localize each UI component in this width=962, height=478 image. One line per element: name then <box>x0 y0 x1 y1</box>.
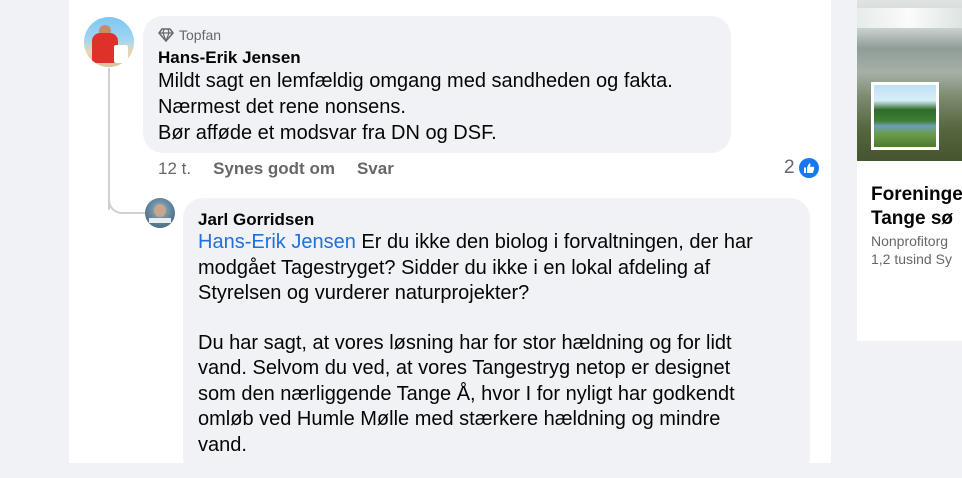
comment-text: Mildt sagt en lemfældig omgang med sandh… <box>158 68 673 146</box>
reply-first-line: Hans-Erik Jensen Er du ikke den biolog i… <box>198 230 798 256</box>
reply-button[interactable]: Svar <box>357 159 394 179</box>
page-card-title[interactable]: Foreninge Tange sø <box>871 183 962 231</box>
avatar-face <box>154 204 166 217</box>
comment-line: Mildt sagt en lemfældig omgang med sandh… <box>158 70 673 92</box>
badge-label: Topfan <box>179 27 222 43</box>
diamond-icon <box>158 28 174 42</box>
like-reaction-icon <box>798 158 819 178</box>
reply-line: vand. <box>198 433 247 456</box>
reply-line: Du har sagt, at vores løsning har for st… <box>198 331 732 354</box>
avatar-hans-erik[interactable] <box>84 17 134 67</box>
title-line: Foreninge <box>871 184 962 205</box>
avatar-chair <box>114 45 128 63</box>
reply-line: som den nærliggende Tange Å, hvor I for … <box>198 382 735 405</box>
reaction-count: 2 <box>784 157 795 178</box>
comment-actions: 12 t. Synes godt om Svar <box>158 159 394 179</box>
comment-line: Nærmest det rene nonsens. <box>158 96 406 118</box>
reply-author[interactable]: Jarl Gorridsen <box>198 210 314 230</box>
avatar-jarl[interactable] <box>145 198 175 228</box>
title-line: Tange sø <box>871 208 953 229</box>
profile-thumbnail <box>871 82 939 150</box>
thread-connector <box>108 190 146 214</box>
reply-line: Styrelsen og vurderer naturprojekter? <box>198 282 530 304</box>
comment-author[interactable]: Hans-Erik Jensen <box>158 48 301 68</box>
mention-link[interactable]: Hans-Erik Jensen <box>198 231 356 253</box>
page-category: Nonprofitorg <box>871 233 949 249</box>
thread-line <box>108 68 110 210</box>
cover-water <box>857 8 962 28</box>
reply-line: omløb ved Humle Mølle med stærkere hældn… <box>198 408 721 430</box>
topfan-badge: Topfan <box>158 27 221 43</box>
reaction-summary[interactable]: 2 <box>784 157 819 179</box>
page-followers: 1,2 tusind Sy <box>871 251 952 267</box>
comment-line: Bør afføde et modsvar fra DN og DSF. <box>158 122 497 144</box>
page-card-meta: Nonprofitorg 1,2 tusind Sy <box>871 232 952 268</box>
reply-line-rest: Er du ikke den biolog i forvaltningen, d… <box>355 231 753 253</box>
cover-photo <box>857 0 962 161</box>
avatar-banner <box>149 218 171 223</box>
like-button[interactable]: Synes godt om <box>213 159 335 179</box>
comment-timestamp[interactable]: 12 t. <box>158 159 191 179</box>
reply-text: Hans-Erik Jensen Er du ikke den biolog i… <box>198 230 798 458</box>
page-card[interactable] <box>857 0 962 341</box>
reply-line: vand. Selvom du ved, at vores Tangestryg… <box>198 357 731 379</box>
reply-line: modgået Tagestryget? Sidder du ikke i en… <box>198 256 711 279</box>
